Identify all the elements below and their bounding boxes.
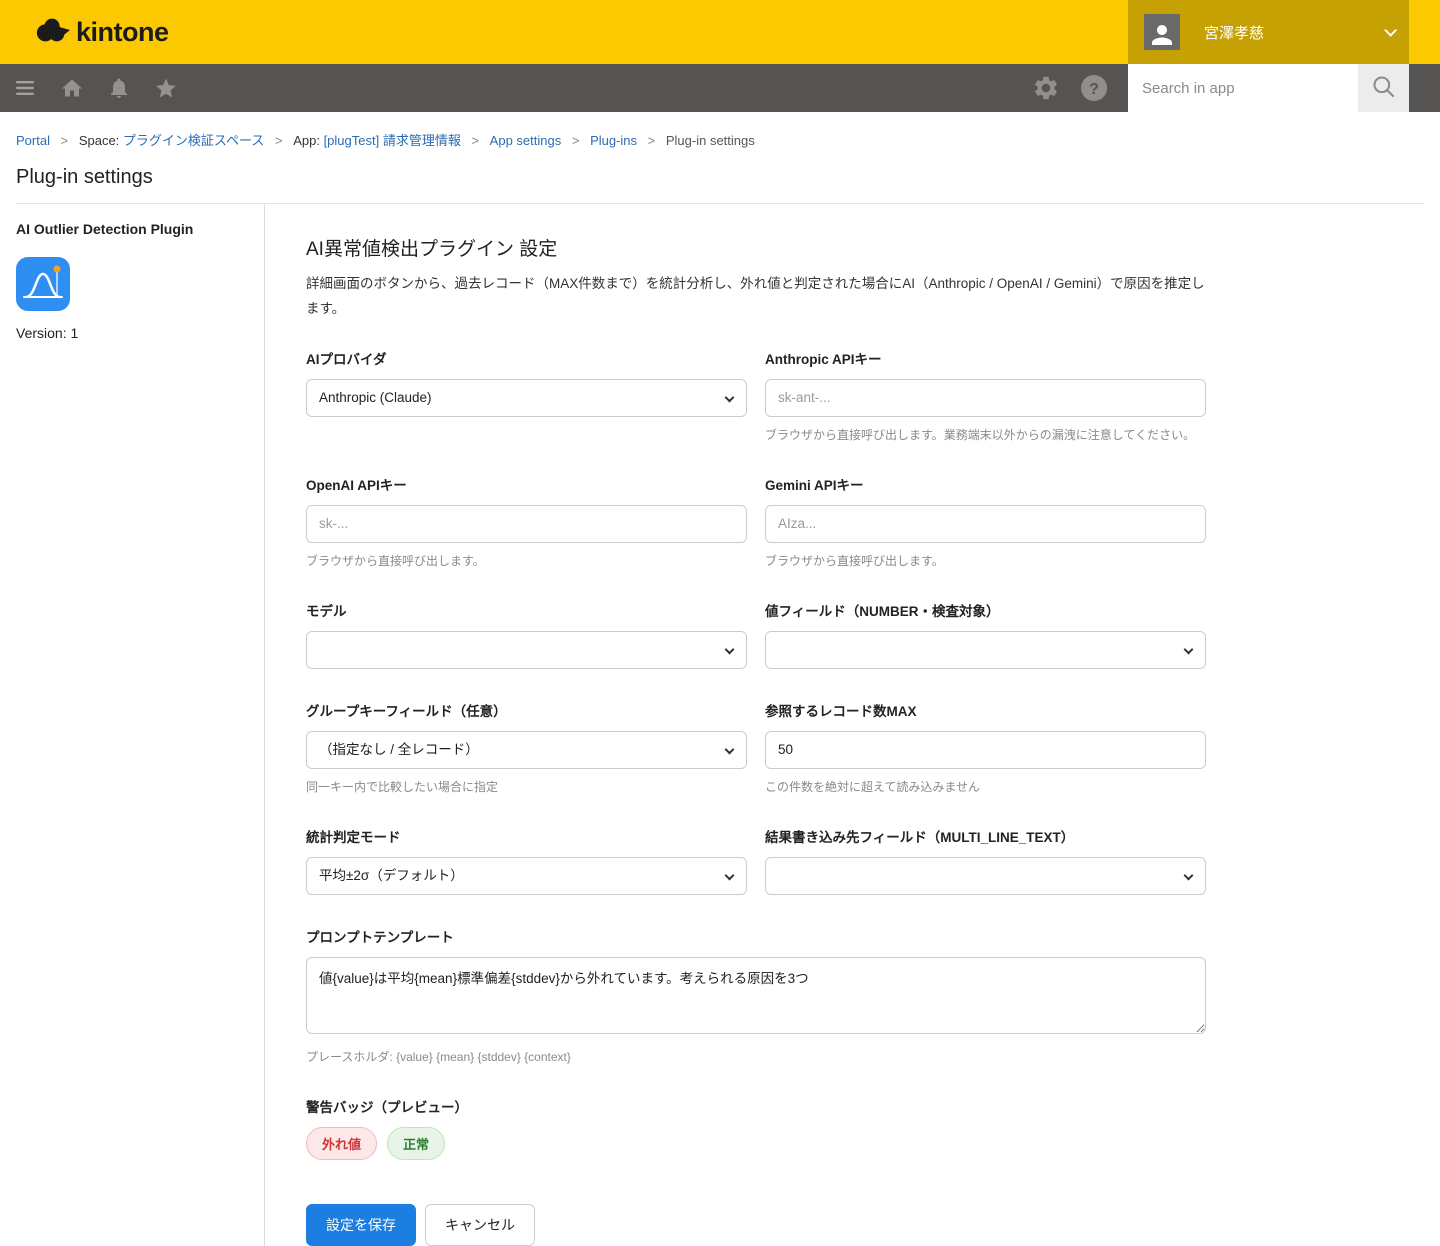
anthropic-key-label: Anthropic APIキー [765, 348, 1206, 368]
page-title: Plug-in settings [16, 166, 1424, 189]
badge-preview-label: 警告バッジ（プレビュー） [306, 1096, 1206, 1116]
breadcrumb: Portal > Space: プラグイン検証スペース > App: [plug… [0, 112, 1440, 149]
app-search [1128, 64, 1409, 112]
breadcrumb-separator: > [61, 133, 69, 148]
top-header: kintone 宮澤孝慈 [0, 0, 1440, 64]
anthropic-key-input[interactable] [765, 379, 1206, 417]
field-ai-provider: AIプロバイダ Anthropic (Claude) [306, 348, 747, 443]
value-field-select[interactable] [765, 631, 1206, 669]
user-name: 宮澤孝慈 [1204, 22, 1264, 43]
plugin-icon [16, 257, 70, 311]
notifications-bell-icon[interactable] [107, 76, 131, 100]
hamburger-menu-icon[interactable] [13, 76, 37, 100]
badge-preview: 外れ値 正常 [306, 1127, 1206, 1160]
field-group-key: グループキーフィールド（任意） （指定なし / 全レコード） 同一キー内で比較し… [306, 700, 747, 795]
outlier-badge: 外れ値 [306, 1127, 377, 1160]
save-settings-button[interactable]: 設定を保存 [306, 1204, 416, 1246]
model-label: モデル [306, 600, 747, 620]
gear-icon[interactable] [1032, 74, 1060, 102]
prompt-template-textarea[interactable]: 値{value}は平均{mean}標準偏差{stddev}から外れています。考え… [306, 957, 1206, 1034]
settings-description: 詳細画面のボタンから、過去レコード（MAX件数まで）を統計分析し、外れ値と判定さ… [306, 272, 1206, 322]
svg-text:?: ? [1089, 81, 1099, 98]
breadcrumb-separator: > [648, 133, 656, 148]
field-anthropic-key: Anthropic APIキー ブラウザから直接呼び出します。業務端末以外からの… [765, 348, 1206, 443]
gemini-key-label: Gemini APIキー [765, 474, 1206, 494]
search-input[interactable] [1128, 64, 1358, 112]
kintone-logo[interactable]: kintone [34, 14, 169, 51]
breadcrumb-app-prefix: App: [293, 133, 323, 148]
field-badge-preview: 警告バッジ（プレビュー） 外れ値 正常 [306, 1096, 1206, 1160]
openai-key-input[interactable] [306, 505, 747, 543]
plugin-name: AI Outlier Detection Plugin [16, 221, 264, 237]
navbar-right: ? [1032, 64, 1440, 112]
field-prompt-template: プロンプトテンプレート 値{value}は平均{mean}標準偏差{stddev… [306, 926, 1206, 1065]
brand-name: kintone [76, 17, 169, 48]
user-avatar [1144, 14, 1180, 50]
plugin-version: Version: 1 [16, 325, 264, 341]
gemini-key-input[interactable] [765, 505, 1206, 543]
result-field-select[interactable] [765, 857, 1206, 895]
breadcrumb-space-prefix: Space: [79, 133, 123, 148]
prompt-template-helper: プレースホルダ: {value} {mean} {stddev} {contex… [306, 1048, 1206, 1065]
chevron-down-icon [1384, 24, 1397, 37]
breadcrumb-app[interactable]: [plugTest] 請求管理情報 [324, 133, 461, 148]
plugin-settings-form: AI異常値検出プラグイン 設定 詳細画面のボタンから、過去レコード（MAX件数ま… [265, 204, 1206, 1246]
kintone-logo-icon [34, 14, 70, 51]
group-key-select[interactable]: （指定なし / 全レコード） [306, 731, 747, 769]
stat-mode-select[interactable]: 平均±2σ（デフォルト） [306, 857, 747, 895]
breadcrumb-separator: > [471, 133, 479, 148]
openai-key-helper: ブラウザから直接呼び出します。 [306, 552, 747, 569]
field-openai-key: OpenAI APIキー ブラウザから直接呼び出します。 [306, 474, 747, 569]
user-menu[interactable]: 宮澤孝慈 [1128, 0, 1409, 64]
gemini-key-helper: ブラウザから直接呼び出します。 [765, 552, 1206, 569]
form-grid: AIプロバイダ Anthropic (Claude) Anthropic API… [306, 348, 1206, 1246]
breadcrumb-separator: > [572, 133, 580, 148]
search-icon [1370, 73, 1397, 103]
breadcrumb-current: Plug-in settings [666, 133, 755, 148]
settings-heading: AI異常値検出プラグイン 設定 [306, 234, 1206, 261]
openai-key-label: OpenAI APIキー [306, 474, 747, 494]
group-key-helper: 同一キー内で比較したい場合に指定 [306, 778, 747, 795]
max-records-helper: この件数を絶対に超えて読み込みません [765, 778, 1206, 795]
content: AI Outlier Detection Plugin Version: 1 A… [0, 204, 1440, 1246]
anthropic-key-helper: ブラウザから直接呼び出します。業務端末以外からの漏洩に注意してください。 [765, 426, 1206, 443]
breadcrumb-portal[interactable]: Portal [16, 133, 50, 148]
normal-badge: 正常 [387, 1127, 445, 1160]
global-navbar: ? [0, 64, 1440, 112]
stat-mode-label: 統計判定モード [306, 826, 747, 846]
max-records-input[interactable] [765, 731, 1206, 769]
field-result-field: 結果書き込み先フィールド（MULTI_LINE_TEXT） [765, 826, 1206, 895]
ai-provider-label: AIプロバイダ [306, 348, 747, 368]
breadcrumb-app-settings[interactable]: App settings [490, 133, 562, 148]
max-records-label: 参照するレコード数MAX [765, 700, 1206, 720]
field-stat-mode: 統計判定モード 平均±2σ（デフォルト） [306, 826, 747, 895]
field-model: モデル [306, 600, 747, 669]
breadcrumb-plugins[interactable]: Plug-ins [590, 133, 637, 148]
result-field-label: 結果書き込み先フィールド（MULTI_LINE_TEXT） [765, 826, 1206, 846]
value-field-label: 値フィールド（NUMBER・検査対象） [765, 600, 1206, 620]
search-button[interactable] [1358, 64, 1409, 112]
prompt-template-label: プロンプトテンプレート [306, 926, 1206, 946]
ai-provider-select[interactable]: Anthropic (Claude) [306, 379, 747, 417]
model-select[interactable] [306, 631, 747, 669]
help-icon[interactable]: ? [1080, 74, 1108, 102]
home-icon[interactable] [60, 76, 84, 100]
plugin-sidebar: AI Outlier Detection Plugin Version: 1 [16, 204, 265, 1246]
breadcrumb-separator: > [275, 133, 283, 148]
breadcrumb-space[interactable]: プラグイン検証スペース [123, 133, 264, 148]
group-key-label: グループキーフィールド（任意） [306, 700, 747, 720]
field-value-field: 値フィールド（NUMBER・検査対象） [765, 600, 1206, 669]
field-max-records: 参照するレコード数MAX この件数を絶対に超えて読み込みません [765, 700, 1206, 795]
field-gemini-key: Gemini APIキー ブラウザから直接呼び出します。 [765, 474, 1206, 569]
form-actions: 設定を保存 キャンセル [306, 1191, 1206, 1246]
favorites-star-icon[interactable] [154, 76, 178, 100]
cancel-button[interactable]: キャンセル [425, 1204, 535, 1246]
